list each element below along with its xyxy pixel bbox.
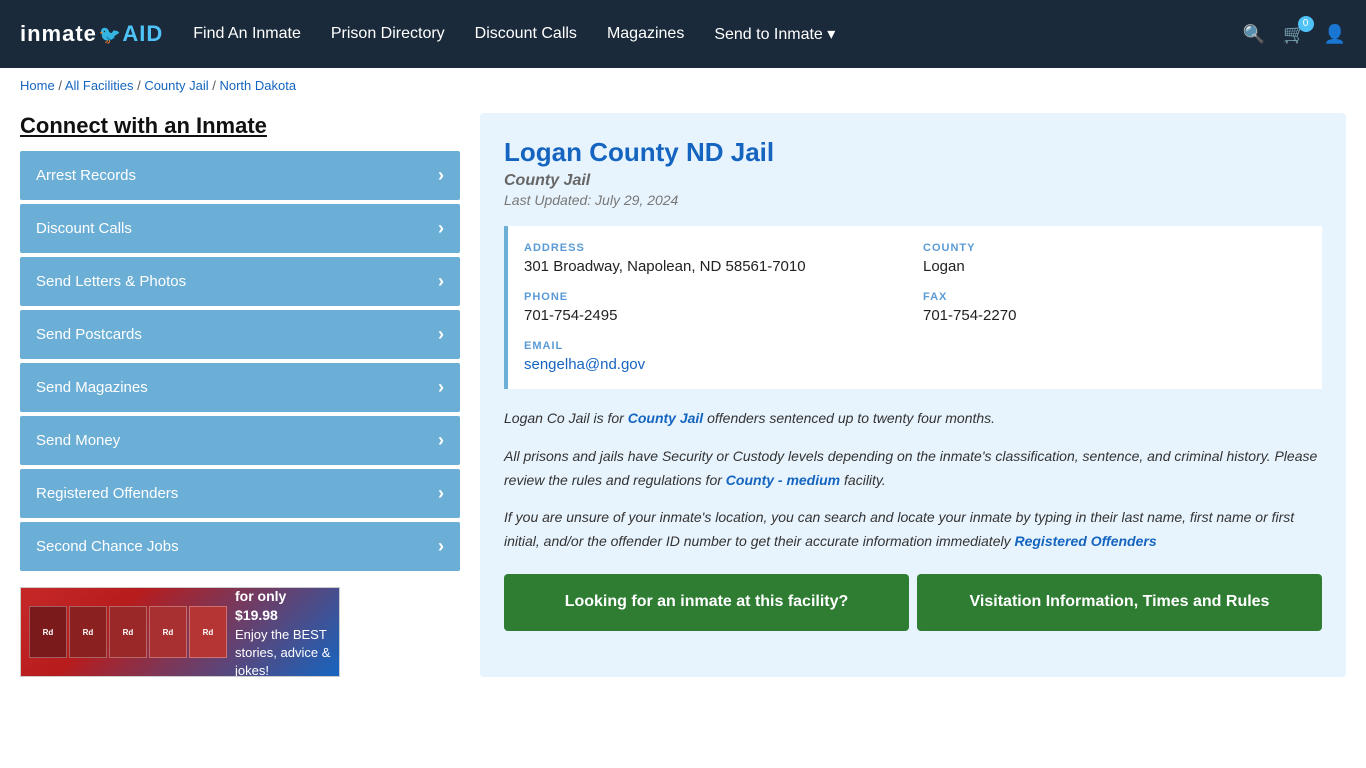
ad-headline: 1 Year Subscription for only $19.98 — [235, 587, 321, 623]
ad-cover-5: Rd — [189, 606, 227, 658]
action-buttons: Looking for an inmate at this facility? … — [504, 574, 1322, 631]
ad-cover-1: Rd — [29, 606, 67, 658]
address-field: ADDRESS 301 Broadway, Napolean, ND 58561… — [524, 242, 907, 275]
facility-content: Logan County ND Jail County Jail Last Up… — [480, 113, 1346, 677]
arrow-icon: › — [438, 165, 444, 186]
arrow-icon: › — [438, 324, 444, 345]
desc-paragraph-2: All prisons and jails have Security or C… — [504, 445, 1322, 493]
nav-magazines[interactable]: Magazines — [607, 25, 684, 43]
sidebar-item-label: Second Chance Jobs — [36, 538, 179, 555]
sidebar-item-registered-offenders[interactable]: Registered Offenders › — [20, 469, 460, 518]
county-value: Logan — [923, 258, 1306, 275]
registered-offenders-link[interactable]: Registered Offenders — [1014, 533, 1156, 549]
arrow-icon: › — [438, 218, 444, 239]
breadcrumb-all-facilities[interactable]: All Facilities — [65, 78, 134, 93]
find-inmate-button[interactable]: Looking for an inmate at this facility? — [504, 574, 909, 631]
fax-value: 701-754-2270 — [923, 307, 1306, 324]
arrow-icon: › — [438, 536, 444, 557]
breadcrumb-home[interactable]: Home — [20, 78, 55, 93]
county-label: COUNTY — [923, 242, 1306, 254]
sidebar-title: Connect with an Inmate — [20, 113, 460, 139]
breadcrumb-county-jail[interactable]: County Jail — [144, 78, 208, 93]
phone-field: PHONE 701-754-2495 — [524, 291, 907, 324]
desc-paragraph-3: If you are unsure of your inmate's locat… — [504, 506, 1322, 554]
nav-prison-directory[interactable]: Prison Directory — [331, 25, 445, 43]
fax-label: FAX — [923, 291, 1306, 303]
logo-aid: AID — [122, 21, 163, 46]
ad-text: 1 Year Subscription for only $19.98 Enjo… — [235, 587, 331, 677]
ad-cover-4: Rd — [149, 606, 187, 658]
facility-type: County Jail — [504, 172, 1322, 190]
sidebar-item-label: Send Magazines — [36, 379, 148, 396]
arrow-icon: › — [438, 377, 444, 398]
sidebar: Connect with an Inmate Arrest Records › … — [20, 113, 460, 677]
info-box: ADDRESS 301 Broadway, Napolean, ND 58561… — [504, 226, 1322, 389]
sidebar-ad: Rd Rd Rd Rd Rd 1 Year Subscription for o… — [20, 587, 340, 677]
sidebar-menu: Arrest Records › Discount Calls › Send L… — [20, 151, 460, 571]
logo-text: inmate🐦AID — [20, 21, 163, 47]
ad-background: Rd Rd Rd Rd Rd 1 Year Subscription for o… — [21, 588, 339, 676]
sidebar-item-send-magazines[interactable]: Send Magazines › — [20, 363, 460, 412]
address-label: ADDRESS — [524, 242, 907, 254]
cart-button[interactable]: 🛒 0 — [1283, 24, 1305, 45]
email-label: EMAIL — [524, 340, 907, 352]
arrow-icon: › — [438, 271, 444, 292]
ad-cover-2: Rd — [69, 606, 107, 658]
search-button[interactable]: 🔍 — [1243, 24, 1265, 45]
address-value: 301 Broadway, Napolean, ND 58561-7010 — [524, 258, 907, 275]
phone-value: 701-754-2495 — [524, 307, 907, 324]
breadcrumb: Home / All Facilities / County Jail / No… — [0, 68, 1366, 103]
facility-name: Logan County ND Jail — [504, 137, 1322, 168]
navbar-links: Find An Inmate Prison Directory Discount… — [193, 24, 1243, 44]
desc-paragraph-1: Logan Co Jail is for County Jail offende… — [504, 407, 1322, 431]
nav-send-to-inmate[interactable]: Send to Inmate ▾ — [714, 24, 835, 44]
ad-subtext: Enjoy the BEST stories, advice & jokes! — [235, 627, 330, 677]
cart-badge: 0 — [1298, 16, 1314, 32]
logo-bird-icon: 🐦 — [99, 25, 122, 45]
sidebar-item-send-postcards[interactable]: Send Postcards › — [20, 310, 460, 359]
ad-covers: Rd Rd Rd Rd Rd — [29, 606, 227, 658]
phone-label: PHONE — [524, 291, 907, 303]
user-button[interactable]: 👤 — [1324, 24, 1346, 45]
email-field: EMAIL sengelha@nd.gov — [524, 340, 907, 373]
county-field: COUNTY Logan — [923, 242, 1306, 275]
breadcrumb-state[interactable]: North Dakota — [219, 78, 296, 93]
facility-description: Logan Co Jail is for County Jail offende… — [504, 407, 1322, 554]
fax-field: FAX 701-754-2270 — [923, 291, 1306, 324]
sidebar-item-label: Send Postcards — [36, 326, 142, 343]
navbar: inmate🐦AID Find An Inmate Prison Directo… — [0, 0, 1366, 68]
sidebar-item-label: Send Letters & Photos — [36, 273, 186, 290]
sidebar-item-arrest-records[interactable]: Arrest Records › — [20, 151, 460, 200]
main-layout: Connect with an Inmate Arrest Records › … — [0, 103, 1366, 687]
arrow-icon: › — [438, 430, 444, 451]
county-medium-link[interactable]: County - medium — [726, 472, 840, 488]
sidebar-item-label: Send Money — [36, 432, 120, 449]
ad-cover-3: Rd — [109, 606, 147, 658]
email-value: sengelha@nd.gov — [524, 356, 907, 373]
visitation-button[interactable]: Visitation Information, Times and Rules — [917, 574, 1322, 631]
county-jail-link[interactable]: County Jail — [628, 410, 703, 426]
arrow-icon: › — [438, 483, 444, 504]
sidebar-item-send-letters[interactable]: Send Letters & Photos › — [20, 257, 460, 306]
sidebar-item-label: Arrest Records — [36, 167, 136, 184]
logo[interactable]: inmate🐦AID — [20, 21, 163, 47]
nav-icons: 🔍 🛒 0 👤 — [1243, 24, 1346, 45]
email-link[interactable]: sengelha@nd.gov — [524, 356, 645, 373]
ad-content: 1 Year Subscription for only $19.98 Enjo… — [235, 587, 331, 677]
sidebar-item-label: Registered Offenders — [36, 485, 178, 502]
sidebar-item-label: Discount Calls — [36, 220, 132, 237]
nav-find-an-inmate[interactable]: Find An Inmate — [193, 25, 301, 43]
facility-updated: Last Updated: July 29, 2024 — [504, 192, 1322, 208]
sidebar-item-discount-calls[interactable]: Discount Calls › — [20, 204, 460, 253]
nav-discount-calls[interactable]: Discount Calls — [475, 25, 577, 43]
sidebar-item-second-chance-jobs[interactable]: Second Chance Jobs › — [20, 522, 460, 571]
sidebar-item-send-money[interactable]: Send Money › — [20, 416, 460, 465]
logo-inmate: inmate — [20, 21, 97, 46]
